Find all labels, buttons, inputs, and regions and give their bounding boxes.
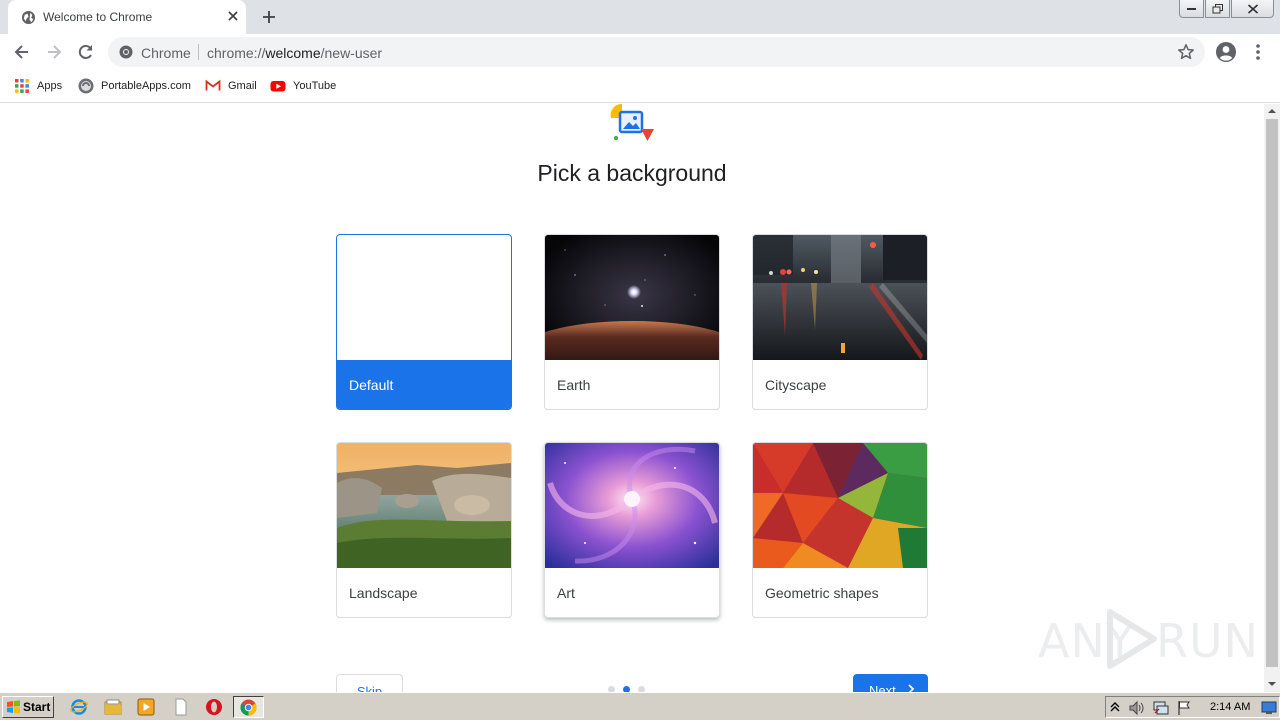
cityscape-thumbnail	[753, 235, 927, 360]
volume-icon[interactable]	[1128, 700, 1146, 716]
option-label: Landscape	[349, 585, 418, 601]
chrome-icon	[240, 699, 257, 716]
system-tray: 2:14 AM	[1105, 696, 1280, 718]
bookmark-apps[interactable]: Apps	[14, 77, 62, 95]
option-label: Default	[349, 377, 394, 393]
url-path: /new-user	[320, 45, 383, 61]
gmail-icon	[205, 79, 221, 91]
scroll-up-icon[interactable]	[1268, 108, 1276, 114]
restore-icon	[1212, 3, 1223, 13]
tab-strip: Welcome to Chrome	[0, 0, 1280, 34]
scroll-down-icon[interactable]	[1268, 681, 1276, 687]
opera-icon[interactable]	[205, 698, 223, 716]
omnibox-divider	[198, 44, 199, 60]
bookmark-star-icon[interactable]	[1177, 43, 1195, 61]
show-hidden-icons-icon[interactable]	[1110, 701, 1120, 713]
minimize-icon	[1186, 7, 1196, 10]
option-label: Geometric shapes	[765, 585, 879, 601]
reload-icon[interactable]	[76, 42, 96, 62]
close-tab-icon[interactable]	[225, 8, 241, 24]
skip-button[interactable]: Skip	[336, 674, 403, 692]
windows-taskbar: Start 2:14 AM	[0, 692, 1280, 720]
vertical-scrollbar[interactable]	[1264, 104, 1280, 692]
minimize-button[interactable]	[1179, 0, 1204, 18]
chrome-taskbar-button[interactable]	[233, 696, 264, 718]
bookmark-portableapps[interactable]: PortableApps.com	[78, 77, 191, 95]
bookmarks-bar: Apps PortableApps.com Gmail YouTube	[0, 70, 1280, 103]
close-window-icon	[1247, 3, 1258, 14]
next-button[interactable]: Next	[853, 674, 928, 692]
action-center-flag-icon[interactable]	[1176, 700, 1192, 716]
next-button-label: Next	[869, 683, 896, 692]
option-label: Cityscape	[765, 377, 827, 393]
scrollbar-thumb[interactable]	[1266, 119, 1278, 667]
background-option-art[interactable]: Art	[544, 442, 720, 618]
geometric-shapes-thumbnail	[753, 443, 927, 568]
tab-welcome[interactable]: Welcome to Chrome	[8, 0, 246, 34]
url-text[interactable]: chrome://welcome/new-user	[207, 45, 382, 61]
new-tab-icon[interactable]	[260, 8, 278, 26]
bookmark-label: PortableApps.com	[101, 80, 191, 92]
start-label: Start	[23, 700, 51, 714]
file-explorer-icon[interactable]	[104, 698, 122, 716]
start-button[interactable]: Start	[2, 696, 54, 718]
page-origin-label: Chrome	[141, 45, 191, 61]
bookmark-label: YouTube	[293, 80, 337, 92]
forward-arrow-icon[interactable]	[44, 42, 64, 62]
windows-logo-icon	[7, 700, 20, 714]
url-scheme: chrome://	[207, 45, 266, 61]
network-icon[interactable]	[1152, 700, 1170, 716]
chevron-right-icon	[908, 684, 915, 692]
background-picker-icon	[610, 104, 654, 141]
background-option-default[interactable]: Default	[336, 234, 512, 410]
page-title: Pick a background	[537, 160, 727, 186]
close-window-button[interactable]	[1231, 0, 1274, 18]
landscape-thumbnail	[337, 443, 511, 568]
back-arrow-icon[interactable]	[12, 42, 32, 62]
background-option-cityscape[interactable]: Cityscape	[752, 234, 928, 410]
anyrun-watermark: ANY RUN	[1038, 604, 1258, 674]
play-logo-icon	[1107, 609, 1157, 669]
show-desktop-icon[interactable]	[1261, 700, 1277, 715]
address-bar[interactable]: Chrome chrome://welcome/new-user	[108, 37, 1205, 67]
clock[interactable]: 2:14 AM	[1210, 701, 1250, 713]
apps-grid-icon	[15, 79, 29, 93]
globe-icon	[21, 10, 36, 25]
chrome-page-icon	[119, 45, 133, 59]
internet-explorer-icon[interactable]	[70, 698, 88, 716]
background-option-landscape[interactable]: Landscape	[336, 442, 512, 618]
art-thumbnail	[545, 443, 719, 568]
background-option-geometric-shapes[interactable]: Geometric shapes	[752, 442, 928, 618]
watermark-text-right: RUN	[1156, 614, 1260, 668]
youtube-icon	[270, 81, 286, 92]
bookmark-youtube[interactable]: YouTube	[270, 77, 336, 95]
url-host: welcome	[265, 45, 321, 61]
earth-thumbnail	[545, 235, 719, 360]
background-option-earth[interactable]: Earth	[544, 234, 720, 410]
option-label: Earth	[557, 377, 591, 393]
menu-dots-icon[interactable]	[1249, 42, 1267, 62]
profile-avatar-icon[interactable]	[1215, 41, 1237, 63]
media-player-icon[interactable]	[137, 698, 155, 716]
bookmark-label: Apps	[37, 80, 63, 92]
option-label: Art	[557, 585, 575, 601]
restore-button[interactable]	[1205, 0, 1230, 18]
bookmark-label: Gmail	[228, 80, 257, 92]
window-controls	[1178, 0, 1274, 18]
tab-title: Welcome to Chrome	[43, 10, 153, 24]
browser-toolbar: Chrome chrome://welcome/new-user	[0, 34, 1280, 70]
portableapps-icon	[78, 78, 94, 94]
blank-document-icon[interactable]	[172, 698, 190, 716]
bookmark-gmail[interactable]: Gmail	[205, 77, 257, 95]
